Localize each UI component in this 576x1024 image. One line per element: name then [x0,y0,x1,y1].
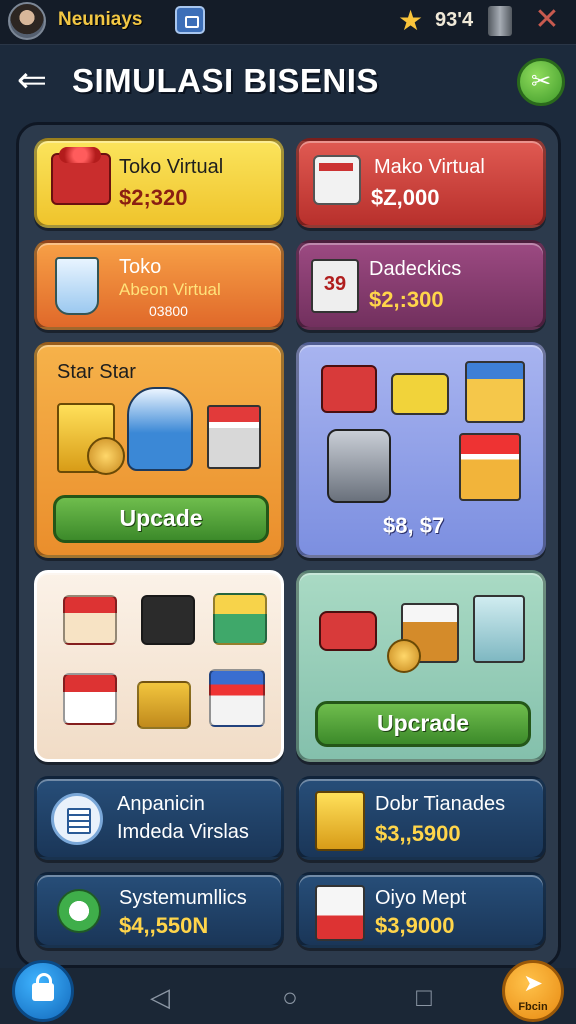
action-button-label: Fbcin [518,1001,548,1013]
card-vehicles[interactable]: $8, $7 [296,342,546,558]
cart-icon [391,373,449,415]
upgrade-button[interactable]: Upcade [53,495,269,543]
nav-recents-icon[interactable]: □ [409,982,439,1012]
nav-back-icon[interactable]: ◁ [145,982,175,1012]
barrel-icon [488,6,512,36]
chat-bubble-icon [57,889,101,933]
kiosk-icon [213,593,267,645]
card-price: $4,,550N [119,913,209,938]
card-star-star[interactable]: Star Star Upcade [34,342,284,558]
card-anpanicin[interactable]: Anpanicin Imdeda Virslas [34,776,284,860]
star-icon: ★ [398,5,424,36]
store-icon [63,673,117,725]
lock-icon [32,973,54,1001]
card-toko[interactable]: Toko Abeon Virtual 03800 [34,240,284,330]
card-price: $2;320 [119,185,188,210]
card-line1: Anpanicin [117,793,205,815]
machine-icon [141,595,195,645]
truck-icon [321,365,377,413]
card-right-upgrade[interactable]: Upcrade [296,570,546,762]
card-price: $3,,5900 [375,821,461,846]
tools-button[interactable]: ✂ [517,58,565,106]
card-price: $3,9000 [375,913,455,938]
page-title: SIMULASI BISENIS [72,62,379,99]
car-icon [319,611,377,651]
card-subtitle: Abeon Virtual [119,280,221,299]
card-price: $Z,000 [371,185,440,210]
cursor-icon: ➤ [523,970,544,997]
card-name: Toko [119,256,162,278]
card-name: Toko Virtual [119,156,224,178]
card-name: Dadeckics [369,258,462,280]
card-shop-grid[interactable] [34,570,284,762]
action-button[interactable]: ➤ Fbcin [502,960,564,1022]
camera-icon[interactable] [175,6,205,34]
machine-icon [327,429,391,503]
card-systemumllics[interactable]: Systemumllics $4,,550N [34,872,284,948]
cooler-icon [315,885,365,941]
close-icon[interactable]: ✕ [532,4,562,36]
card-mako-virtual[interactable]: Mako Virtual $Z,000 [296,138,546,228]
card-code: 03800 [149,303,188,319]
card-toko-virtual[interactable]: Toko Virtual $2;320 [34,138,284,228]
back-arrow-icon[interactable]: ⇐ [12,60,52,100]
box-icon [137,681,191,729]
crate-icon [51,147,111,205]
coin-icon [387,639,421,673]
upgrade-button[interactable]: Upcrade [315,701,531,747]
calendar-icon: 39 [311,259,359,313]
box-icon [315,791,365,851]
nav-home-icon[interactable]: ○ [275,982,305,1012]
card-name: Oiyo Mept [375,887,467,909]
card-dadeckics[interactable]: 39 Dadeckics $2,:300 [296,240,546,330]
fridge-icon [473,595,525,663]
avatar[interactable] [8,2,46,40]
card-name: Systemumllics [119,887,247,909]
lock-button[interactable] [12,960,74,1022]
top-bar: Neuniays ★ 93'4 ✕ [0,0,576,45]
card-name: Star Star [57,361,136,383]
calendar-number: 39 [323,273,347,295]
card-name: Dobr Tianades [375,793,506,815]
document-icon [51,793,103,845]
shop-icon [209,669,265,727]
cooler-icon [313,155,361,205]
coin-icon [87,437,125,475]
card-price: $2,:300 [369,287,444,312]
coin-count: 93'4 [435,9,474,31]
shop-icon [207,405,261,469]
bucket-icon [127,387,193,471]
card-name: Mako Virtual [374,156,485,178]
cup-icon [55,257,99,315]
market-icon [459,433,521,501]
username: Neuniays [58,9,143,30]
card-oiyo-mept[interactable]: Oiyo Mept $3,9000 [296,872,546,948]
store-icon [63,595,117,645]
stall-icon [465,361,525,423]
card-dobr-tianades[interactable]: Dobr Tianades $3,,5900 [296,776,546,860]
card-price: $8, $7 [383,513,445,538]
card-line2: Imdeda Virslas [117,821,249,843]
